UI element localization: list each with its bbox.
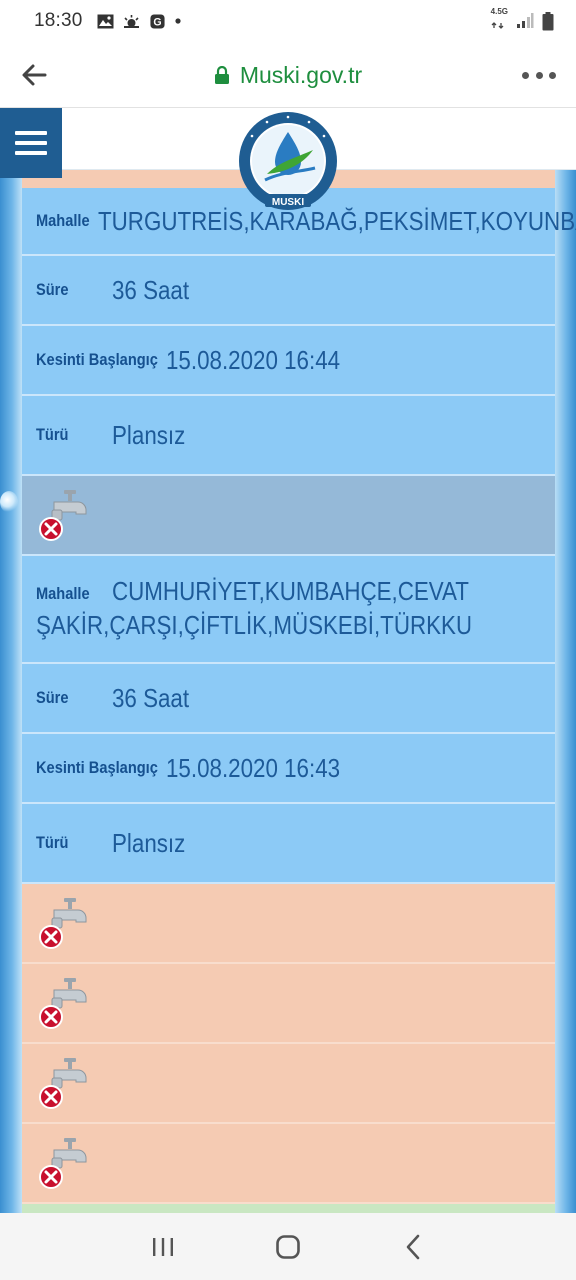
water-tap-off-icon — [39, 490, 87, 541]
turu-value: Plansız — [112, 419, 186, 450]
network-type-label: 4.5G — [490, 7, 508, 16]
turu-label: Türü — [36, 425, 69, 444]
outage-list-item[interactable] — [22, 884, 555, 964]
outage-list-item[interactable] — [22, 476, 555, 556]
home-button[interactable] — [268, 1227, 308, 1267]
google-icon: G — [149, 13, 165, 29]
outage-list-item[interactable] — [22, 1124, 555, 1204]
turu-value: Plansız — [112, 827, 186, 858]
baslangic-label: Kesinti Başlangıç — [36, 758, 158, 777]
turu-label: Türü — [36, 833, 69, 852]
dot-icon — [174, 18, 181, 24]
url-text: Muski.gov.tr — [239, 61, 363, 88]
detail-row-baslangic: Kesinti Başlangıç 15.08.2020 16:44 — [22, 326, 555, 396]
weather-icon — [123, 14, 139, 28]
muski-logo: MUSKI — [239, 112, 337, 210]
lock-icon — [214, 66, 229, 84]
logo-text: MUSKI — [272, 197, 304, 208]
data-arrows-icon — [491, 22, 504, 29]
mahalle-value-line2: ŞAKİR,ÇARŞI,ÇİFTLİK,MÜSKEBİ,TÜRKKUYUSU,Y… — [36, 610, 470, 640]
baslangic-label: Kesinti Başlangıç — [36, 350, 158, 369]
decorative-bubble — [0, 491, 18, 513]
sure-value: 36 Saat — [112, 274, 190, 305]
status-bar: 18:30 G 4.5G — [0, 0, 576, 42]
outage-list-item[interactable] — [22, 964, 555, 1044]
mahalle-label: Mahalle — [36, 584, 90, 603]
detail-row-turu: Türü Plansız — [22, 804, 555, 884]
network-indicator: 4.5G — [491, 8, 508, 34]
detail-row-sure: Süre 36 Saat — [22, 664, 555, 734]
mahalle-value-block: CUMHURİYET,KUMBAHÇE,CEVAT — [112, 574, 527, 608]
baslangic-value: 15.08.2020 16:43 — [166, 752, 341, 783]
menu-icon[interactable] — [0, 108, 62, 178]
baslangic-value: 15.08.2020 16:44 — [166, 344, 341, 375]
sure-label: Süre — [36, 688, 69, 707]
home-icon — [276, 1234, 300, 1259]
detail-row-baslangic: Kesinti Başlangıç 15.08.2020 16:43 — [22, 734, 555, 804]
status-system-icons: 4.5G — [491, 8, 554, 34]
signal-icon — [517, 13, 534, 28]
sure-value: 36 Saat — [112, 682, 190, 713]
recent-apps-button[interactable] — [143, 1227, 183, 1267]
gallery-icon — [97, 14, 114, 28]
back-button[interactable] — [393, 1227, 433, 1267]
outage-list: Mahalle TURGUTREİS,KARABAĞ,PEKSİMET,KOYU… — [22, 170, 576, 1213]
outage-list-item[interactable] — [22, 1044, 555, 1124]
water-tap-off-icon — [39, 1058, 87, 1109]
status-notification-icons: G — [97, 13, 181, 29]
mahalle-label: Mahalle — [36, 211, 90, 230]
detail-row-turu: Türü Plansız — [22, 396, 555, 476]
water-tap-off-icon — [39, 898, 87, 949]
list-item-green — [22, 1204, 555, 1213]
more-options-icon[interactable] — [522, 64, 556, 86]
water-tap-off-icon — [39, 978, 87, 1029]
browser-toolbar: Muski.gov.tr — [0, 42, 576, 108]
status-time: 18:30 — [34, 10, 83, 31]
sure-label: Süre — [36, 280, 69, 299]
battery-icon — [542, 11, 554, 30]
recent-apps-icon — [152, 1237, 173, 1256]
detail-row-mahalle: Mahalle CUMHURİYET,KUMBAHÇE,CEVAT ŞAKİR,… — [22, 556, 555, 664]
web-page: MUSKI Mahalle TURGUTREİS,KARABAĞ,PEKSİME… — [0, 108, 576, 1213]
system-navigation-bar — [0, 1213, 576, 1280]
back-chevron-icon — [407, 1234, 420, 1259]
water-tap-off-icon — [39, 1138, 87, 1189]
detail-row-sure: Süre 36 Saat — [22, 256, 555, 326]
address-bar[interactable]: Muski.gov.tr — [0, 42, 576, 108]
mahalle-value: CUMHURİYET,KUMBAHÇE,CEVAT — [112, 576, 469, 606]
svg-text:G: G — [153, 16, 161, 28]
